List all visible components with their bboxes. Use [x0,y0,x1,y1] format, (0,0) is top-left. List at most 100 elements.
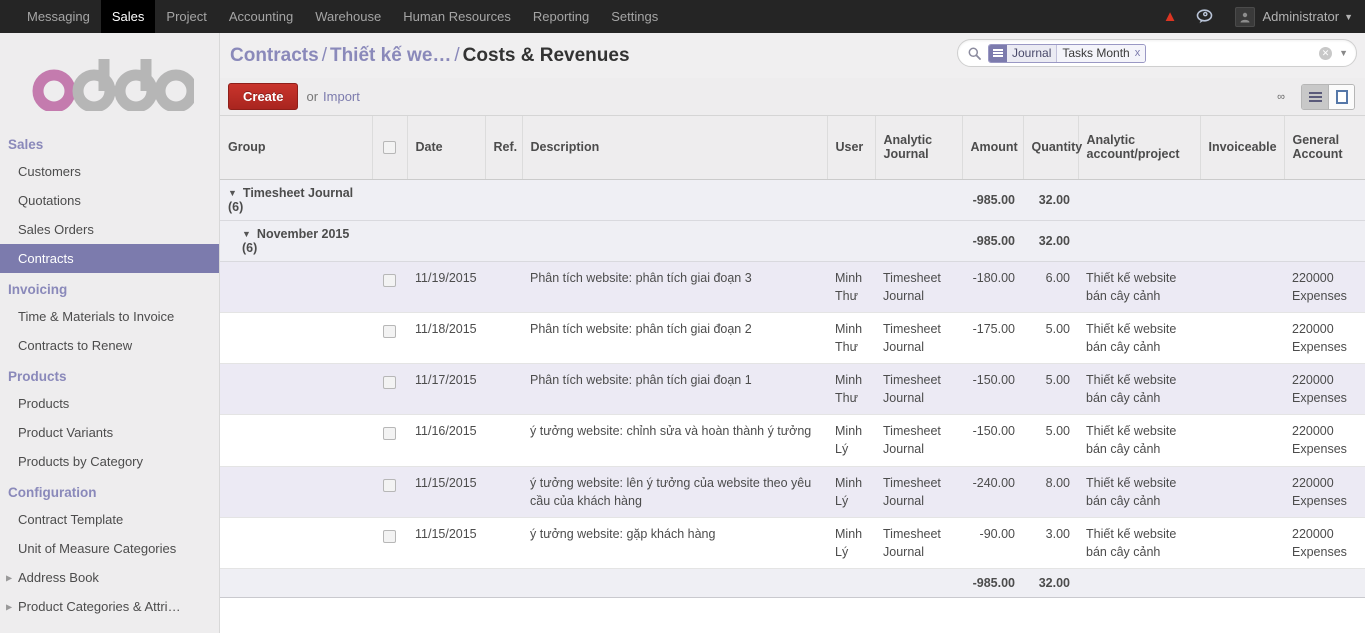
sidebar-item-contracts-to-renew[interactable]: Contracts to Renew [0,331,219,360]
user-avatar-icon[interactable] [1234,6,1255,27]
odoo-logo[interactable] [0,33,219,128]
column-header-analytic-journal[interactable]: Analytic Journal [875,116,963,180]
column-header-invoiceable[interactable]: Invoiceable [1200,116,1285,180]
sidebar-item-products-by-category[interactable]: Products by Category [0,447,219,476]
column-header-general-account[interactable]: General Account [1284,116,1365,180]
search-facet-journal[interactable]: Journal Tasks Month x [988,43,1147,63]
group-row[interactable]: ▼ Timesheet Journal (6) -985.00 32.00 [220,178,1365,221]
sidebar-item-contracts[interactable]: Contracts [0,244,219,273]
nav-item-messaging[interactable]: Messaging [16,0,101,33]
column-header-user[interactable]: User [827,116,876,180]
import-link[interactable]: Import [323,89,360,104]
chat-bubble-icon[interactable] [1196,9,1213,24]
row-checkbox[interactable] [383,273,396,287]
view-switcher [1301,83,1355,110]
nav-item-human-resources[interactable]: Human Resources [392,0,522,33]
sidebar-item-customers[interactable]: Customers [0,157,219,186]
table-row[interactable]: 11/17/2015 Phân tích website: phân tích g… [220,363,1365,416]
group-empty-cell [875,178,962,221]
column-header-date[interactable]: Date [407,116,486,180]
cell-analytic-account: Thiết kế website bán cây cảnh [1078,363,1200,416]
sidebar-item-address-book[interactable]: ▶ Address Book [0,563,219,592]
nav-item-sales[interactable]: Sales [100,0,156,33]
list-view-button[interactable] [1302,84,1328,109]
sidebar-section-configuration: Configuration [8,485,97,500]
group-empty-cell [1284,178,1365,221]
cell-general-account: 220000 Expenses [1284,517,1365,570]
nav-item-settings[interactable]: Settings [600,0,669,33]
row-checkbox[interactable] [383,529,396,543]
group-amount: -985.00 [962,219,1023,262]
row-group-cell [220,363,372,416]
sidebar-item-sales-orders[interactable]: Sales Orders [0,215,219,244]
user-menu-label[interactable]: Administrator [1263,9,1340,24]
group-name-cell[interactable]: ▼ November 2015 (6) [220,219,372,262]
sidebar-item-label: Time & Materials to Invoice [18,309,175,324]
table-row[interactable]: 11/16/2015 ý tưởng website: chỉnh sửa và … [220,414,1365,467]
column-header-quantity[interactable]: Quantity [1023,116,1082,180]
breadcrumb-crumb-1[interactable]: Thiết kế we… [330,45,451,66]
triangle-down-icon[interactable]: ▼ [228,188,237,198]
sidebar-item-quotations[interactable]: Quotations [0,186,219,215]
table-row[interactable]: 11/15/2015 ý tưởng website: lên ý tưởng c… [220,466,1365,518]
group-empty-cell [1078,178,1200,221]
facet-remove-button[interactable]: x [1135,47,1141,59]
group-empty-cell [1078,219,1200,262]
chevron-down-icon[interactable]: ▼ [1339,48,1348,58]
chevron-right-icon: ▶ [6,573,13,582]
group-quantity: 32.00 [1023,219,1078,262]
column-header-analytic-account-project[interactable]: Analytic account/project [1078,116,1201,180]
breadcrumb-separator: / [454,44,460,66]
create-button[interactable]: Create [228,83,299,110]
top-nav-right: ▲ Administrator ▼ [1163,0,1365,33]
table-row[interactable]: 11/19/2015 Phân tích website: phân tích g… [220,261,1365,313]
pager-limit[interactable]: ∞ [1277,91,1285,103]
row-checkbox[interactable] [383,324,396,338]
table-header: Group Date Ref. Description User Analytic Jou… [220,116,1365,180]
nav-item-accounting[interactable]: Accounting [218,0,304,33]
group-label: November 2015 (6) [242,226,350,255]
nav-item-project[interactable]: Project [155,0,217,33]
cell-ref [485,414,522,467]
group-name-cell[interactable]: ▼ Timesheet Journal (6) [220,178,372,221]
table-row[interactable]: 11/18/2015 Phân tích website: phân tích g… [220,312,1365,365]
totals-empty-cell [1284,568,1365,598]
column-header-group[interactable]: Group [220,116,373,180]
triangle-down-icon[interactable]: ▼ [242,229,251,239]
totals-empty-cell [220,568,372,598]
group-empty-cell [1284,219,1365,262]
column-header-description[interactable]: Description [522,116,828,180]
sidebar-item-unit-of-measure-categories[interactable]: Unit of Measure Categories [0,534,219,563]
view-toolbar: Create or Import ∞ [220,78,1365,116]
table-body: ▼ Timesheet Journal (6) -985.00 32.00 ▼ Novem… [220,178,1365,598]
column-header-amount[interactable]: Amount [962,116,1024,180]
sidebar-item-time-materials-to-invoice[interactable]: Time & Materials to Invoice [0,302,219,331]
warning-triangle-icon[interactable]: ▲ [1163,9,1178,24]
sidebar-item-products[interactable]: Products [0,389,219,418]
cell-date: 11/15/2015 [407,466,485,518]
list-view: Group Date Ref. Description User Analytic Jou… [220,116,1365,633]
breadcrumb-crumb-0[interactable]: Contracts [230,45,319,66]
sidebar-item-contract-template[interactable]: Contract Template [0,505,219,534]
nav-item-warehouse[interactable]: Warehouse [304,0,392,33]
row-checkbox[interactable] [383,478,396,492]
form-view-button[interactable] [1328,84,1354,109]
row-checkbox[interactable] [383,427,396,441]
clear-circle-icon[interactable]: ✕ [1319,46,1333,60]
cell-amount: -150.00 [962,414,1023,467]
chevron-down-icon[interactable]: ▼ [1344,12,1353,22]
facet-label: Journal [1007,44,1058,62]
column-header-ref[interactable]: Ref. [485,116,523,180]
cell-analytic-account: Thiết kế website bán cây cảnh [1078,517,1200,570]
cell-analytic-journal: Timesheet Journal [875,466,962,518]
sidebar-item-product-variants[interactable]: Product Variants [0,418,219,447]
select-all-checkbox[interactable] [383,141,396,155]
cell-description: Phân tích website: phân tích giai đoạn 1 [522,363,827,416]
table-row[interactable]: 11/15/2015 ý tưởng website: gặp khách hàn… [220,517,1365,570]
sidebar-item-product-categories-attri[interactable]: ▶ Product Categories & Attri… [0,592,219,621]
row-checkbox[interactable] [383,376,396,390]
sidebar-item-label: Customers [18,164,81,179]
group-row[interactable]: ▼ November 2015 (6) -985.00 32.00 [220,219,1365,262]
search-bar[interactable]: Journal Tasks Month x ✕ ▼ [957,39,1357,67]
nav-item-reporting[interactable]: Reporting [522,0,600,33]
